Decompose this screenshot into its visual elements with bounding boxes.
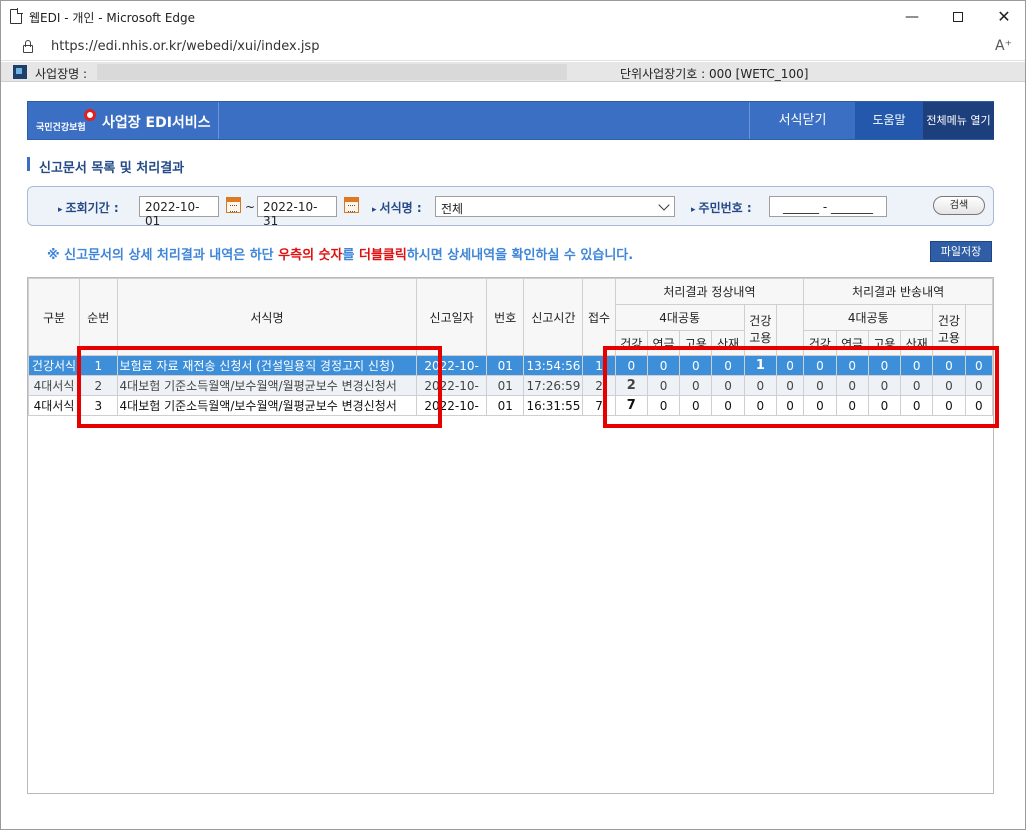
cell-time[interactable]: 17:26:59 bbox=[523, 375, 584, 396]
cell-category[interactable]: 건강서식 bbox=[28, 355, 81, 376]
rrn-label: ▸ 주민번호 : bbox=[691, 201, 752, 215]
highlight-box-form-names bbox=[77, 346, 442, 428]
minimize-button[interactable]: — bbox=[889, 1, 935, 33]
header-normal-group: 처리결과 정상내역 bbox=[614, 278, 805, 305]
cell-number[interactable]: 01 bbox=[485, 375, 525, 396]
cell-category[interactable]: 4대서식 bbox=[28, 395, 81, 416]
close-window-button[interactable]: ✕ bbox=[981, 1, 1026, 33]
lock-icon[interactable] bbox=[23, 40, 33, 53]
form-name-label: ▸ 서식명 : bbox=[372, 201, 422, 215]
rrn-input[interactable]: ______ - _______ bbox=[769, 196, 887, 217]
cell-number[interactable]: 01 bbox=[485, 355, 525, 376]
period-label: ▸ 조회기간 : bbox=[58, 201, 119, 215]
app-header: 국민건강보험 사업장 EDI서비스 서식닫기 도움말 전체메뉴 열기 bbox=[27, 101, 994, 140]
site-name-redacted bbox=[97, 64, 567, 80]
header-number[interactable]: 번호 bbox=[485, 278, 525, 356]
header-category[interactable]: 구분 bbox=[28, 278, 81, 356]
maximize-button[interactable] bbox=[935, 1, 981, 33]
header-four-common: 4대공통 bbox=[614, 304, 745, 331]
date-from-input[interactable]: 2022-10-01 bbox=[139, 196, 219, 228]
header-received[interactable]: 접수 bbox=[582, 278, 616, 356]
close-form-button[interactable]: 서식닫기 bbox=[749, 102, 855, 139]
section-title-bar bbox=[27, 157, 30, 171]
address-bar[interactable]: https://edi.nhis.or.kr/webedi/xui/index.… bbox=[1, 33, 1025, 61]
site-logo-icon bbox=[13, 65, 27, 79]
header-seq[interactable]: 순번 bbox=[79, 278, 118, 356]
section-title: 신고문서 목록 및 처리결과 bbox=[39, 161, 185, 176]
date-range-tilde: ~ bbox=[245, 200, 256, 214]
browser-window: 웹EDI - 개인 - Microsoft Edge — ✕ https://e… bbox=[0, 0, 1026, 830]
header-returned-group: 처리결과 반송내역 bbox=[803, 278, 993, 305]
title-bar: 웹EDI - 개인 - Microsoft Edge — ✕ bbox=[1, 1, 1025, 33]
maximize-icon bbox=[953, 12, 963, 22]
form-name-select[interactable]: 전체 bbox=[435, 196, 675, 217]
site-code: 단위사업장기호 : 000 [WETC_100] bbox=[620, 67, 809, 81]
header-divider bbox=[218, 102, 219, 139]
calendar-icon[interactable] bbox=[226, 197, 241, 213]
cell-time[interactable]: 16:31:55 bbox=[523, 395, 584, 416]
search-panel: ▸ 조회기간 : 2022-10-01 ~ 2022-10-31 ▸ 서식명 : 전… bbox=[27, 186, 994, 228]
notice-text: ※ 신고문서의 상세 처리결과 내역은 하단 우측의 숫자를 더블클릭하시면 상… bbox=[47, 248, 634, 263]
window-title: 웹EDI - 개인 - Microsoft Edge bbox=[29, 11, 196, 25]
help-button[interactable]: 도움말 bbox=[855, 102, 923, 139]
read-aloud-icon[interactable]: A⁺ bbox=[995, 38, 1012, 54]
app-title: 사업장 EDI서비스 bbox=[102, 115, 211, 131]
chevron-down-icon bbox=[658, 199, 670, 211]
header-four-common-returned: 4대공통 bbox=[803, 304, 934, 331]
all-menu-button[interactable]: 전체메뉴 열기 bbox=[923, 102, 994, 139]
site-info-bar: 사업장명 : 단위사업장기호 : 000 [WETC_100] bbox=[1, 62, 1025, 82]
search-button[interactable]: 검색 bbox=[933, 196, 985, 215]
page-icon bbox=[10, 8, 23, 24]
header-report-time[interactable]: 신고시간 bbox=[523, 278, 584, 356]
site-name-label: 사업장명 : bbox=[35, 67, 88, 81]
cell-number[interactable]: 01 bbox=[485, 395, 525, 416]
calendar-icon[interactable] bbox=[344, 197, 359, 213]
header-report-date[interactable]: 신고일자 bbox=[416, 278, 487, 356]
cell-category[interactable]: 4대서식 bbox=[28, 375, 81, 396]
url-text[interactable]: https://edi.nhis.or.kr/webedi/xui/index.… bbox=[51, 39, 319, 54]
cell-time[interactable]: 13:54:56 bbox=[523, 355, 584, 376]
highlight-box-result-counts bbox=[603, 346, 999, 428]
date-to-input[interactable]: 2022-10-31 bbox=[257, 196, 337, 228]
header-form-name[interactable]: 서식명 bbox=[116, 278, 418, 356]
save-file-button[interactable]: 파일저장 bbox=[930, 241, 992, 262]
nhis-logo: 국민건강보험 bbox=[36, 109, 96, 133]
